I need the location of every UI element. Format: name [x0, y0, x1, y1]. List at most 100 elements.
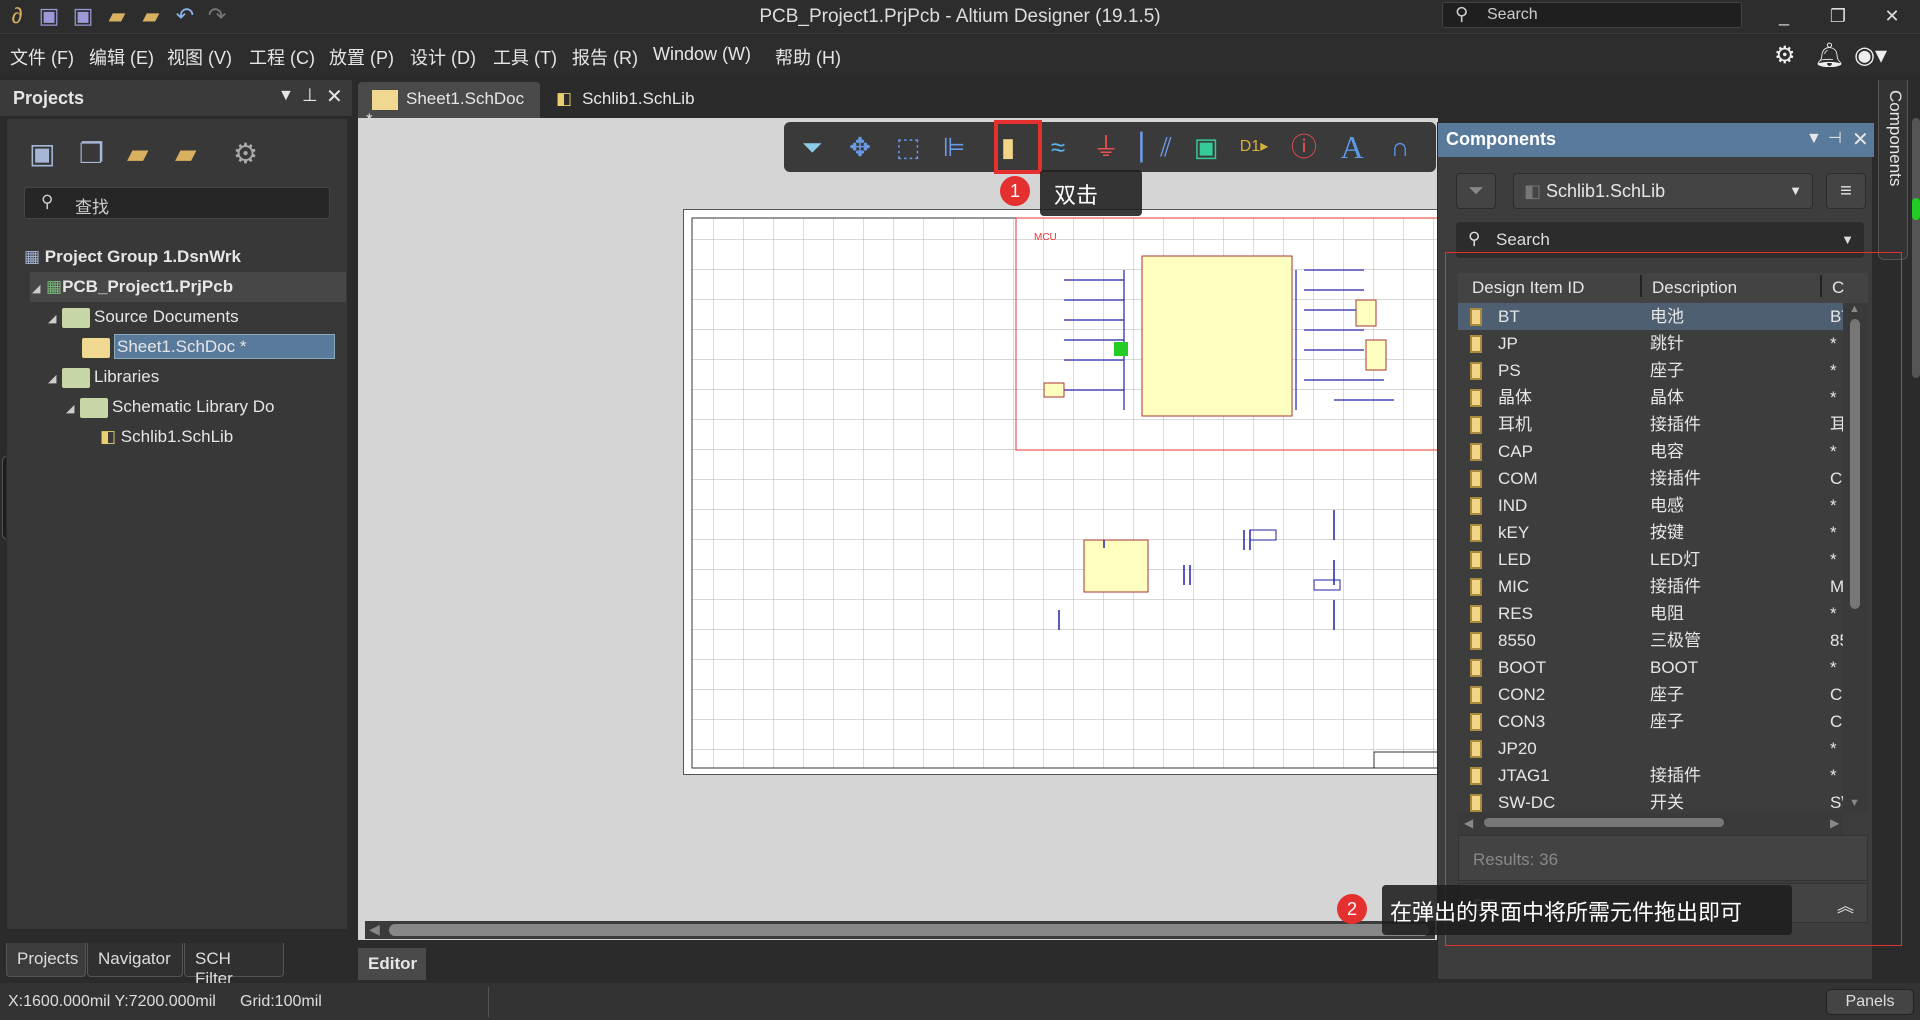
close-button[interactable]: ✕: [1872, 2, 1912, 30]
copy-documents-icon[interactable]: ❐: [79, 137, 104, 170]
place-text-icon[interactable]: A: [1332, 128, 1372, 166]
save-project-icon[interactable]: ▣: [29, 137, 55, 170]
tree-item-schematic-library-docs[interactable]: ◢ Schematic Library Do: [24, 392, 346, 422]
panel-options-menu-button[interactable]: ≡: [1826, 173, 1866, 209]
notifications-bell-icon[interactable]: 🔔︎: [1814, 41, 1844, 70]
pin-icon[interactable]: ⊣: [1828, 128, 1842, 148]
grid-size: Grid:100mil: [240, 993, 322, 1010]
menu-place[interactable]: 放置 (P): [329, 44, 394, 70]
scrollbar-thumb[interactable]: [389, 924, 1429, 936]
align-icon[interactable]: ⊫: [934, 128, 974, 166]
editor-horizontal-scrollbar[interactable]: ◀: [365, 921, 1435, 939]
scroll-left-arrow-icon[interactable]: ◀: [369, 921, 380, 938]
place-designator-icon[interactable]: D1▸: [1234, 128, 1274, 166]
user-account-icon[interactable]: ◉▾: [1854, 41, 1887, 70]
menu-window[interactable]: Window (W): [653, 44, 751, 65]
tab-sch-filter[interactable]: SCH Filter: [184, 943, 284, 988]
close-panel-icon[interactable]: ✕: [1852, 127, 1869, 152]
menu-file[interactable]: 文件 (F): [10, 44, 74, 70]
title-bar: ∂ ▣ ▣ ▰ ▰ ↶ ↷ PCB_Project1.PrjPcb - Alti…: [0, 0, 1920, 34]
menu-view[interactable]: 视图 (V): [167, 44, 232, 70]
project-options-icon[interactable]: ▰: [175, 137, 197, 170]
menu-reports[interactable]: 报告 (R): [572, 44, 638, 70]
schlib-icon: ◧: [100, 427, 121, 446]
place-sheet-symbol-icon[interactable]: ▣: [1186, 128, 1226, 166]
pin-icon[interactable]: ⊥: [302, 85, 318, 106]
project-tree: ▦ Project Group 1.DsnWrk ◢ ▦PCB_Project1.…: [24, 242, 346, 452]
annotation-badge-2: 2: [1337, 894, 1367, 924]
annotation-tooltip-2: 在弹出的界面中将所需元件拖出即可: [1382, 885, 1792, 935]
tree-label: PCB_Project1.PrjPcb: [62, 277, 234, 296]
workspace-icon: ▦: [24, 247, 45, 266]
maximize-button[interactable]: ❐: [1818, 2, 1858, 30]
place-port-icon[interactable]: ▏⫽: [1136, 128, 1176, 166]
tab-editor[interactable]: Editor: [358, 948, 426, 980]
search-placeholder: Search: [1487, 6, 1538, 23]
tree-item-project-group[interactable]: ▦ Project Group 1.DsnWrk: [24, 242, 346, 272]
components-vertical-tab[interactable]: Components: [1878, 80, 1908, 260]
settings-gear-icon[interactable]: ⚙: [233, 137, 258, 170]
place-wire-icon[interactable]: ≈: [1038, 128, 1078, 166]
status-bar: X:1600.000mil Y:7200.000mil Grid:100mil …: [0, 983, 1920, 1020]
expand-triangle-icon[interactable]: ◢: [48, 304, 62, 334]
tree-item-source-documents[interactable]: ◢ Source Documents: [24, 302, 346, 332]
folder-icon: [80, 397, 108, 418]
annotation-tooltip-1: 双击: [1040, 170, 1142, 216]
tab-sheet1-schdoc[interactable]: Sheet1.SchDoc *: [358, 82, 540, 129]
search-placeholder: Search: [1496, 230, 1550, 249]
components-panel-header: Components ▼ ⊣ ✕: [1438, 123, 1874, 157]
expand-triangle-icon[interactable]: ◢: [66, 394, 80, 424]
menu-help[interactable]: 帮助 (H): [775, 44, 841, 70]
menu-edit[interactable]: 编辑 (E): [89, 44, 154, 70]
select-area-icon[interactable]: ⬚: [888, 128, 928, 166]
tree-item-pcb-project[interactable]: ◢ ▦PCB_Project1.PrjPcb: [30, 272, 346, 302]
filter-button[interactable]: ⏷: [1456, 173, 1496, 209]
schematic-doc-icon: [372, 89, 398, 110]
place-ground-icon[interactable]: ⏚: [1086, 128, 1126, 166]
close-panel-icon[interactable]: ✕: [326, 84, 343, 109]
search-icon: ⚲: [41, 192, 54, 211]
library-select[interactable]: ◧ Schlib1.SchLib ▼: [1513, 173, 1813, 209]
tab-schlib1-schlib[interactable]: ◧ Schlib1.SchLib: [548, 82, 708, 118]
tab-navigator[interactable]: Navigator: [87, 943, 183, 977]
panels-button[interactable]: Panels: [1826, 989, 1914, 1015]
folder-icon: [62, 367, 90, 388]
menu-design[interactable]: 设计 (D): [410, 44, 476, 70]
global-search-input[interactable]: ⚲ Search: [1442, 2, 1742, 28]
place-parameter-icon[interactable]: ⓘ: [1284, 128, 1324, 166]
expand-triangle-icon[interactable]: ◢: [32, 274, 46, 304]
settings-gear-icon[interactable]: ⚙: [1774, 41, 1796, 70]
open-project-icon[interactable]: ▰: [127, 137, 149, 170]
chevron-down-icon[interactable]: ▼: [1841, 232, 1854, 247]
tree-item-schlib1[interactable]: ◧ Schlib1.SchLib: [24, 422, 346, 452]
search-icon: ⚲: [1468, 229, 1481, 248]
expand-triangle-icon[interactable]: ◢: [48, 364, 62, 394]
tree-label: Sheet1.SchDoc *: [114, 334, 336, 359]
place-arc-icon[interactable]: ∩: [1380, 128, 1420, 166]
menu-tools[interactable]: 工具 (T): [493, 44, 557, 70]
tab-projects[interactable]: Projects: [6, 943, 86, 977]
menu-project[interactable]: 工程 (C): [249, 44, 315, 70]
tab-label: Schlib1.SchLib: [582, 89, 695, 108]
highlight-components-box: [1445, 252, 1902, 946]
minimize-button[interactable]: _: [1764, 2, 1804, 30]
right-scroll-indicator[interactable]: [1912, 118, 1920, 378]
filter-icon[interactable]: ⏷: [792, 128, 832, 166]
panel-menu-dropdown-icon[interactable]: ▼: [1806, 130, 1822, 148]
annotation-badge-1: 1: [1000, 176, 1030, 206]
projects-search-input[interactable]: ⚲ 查找: [24, 187, 330, 219]
schematic-doc-icon: [82, 337, 110, 358]
schlib-icon: ◧: [556, 89, 573, 108]
move-icon[interactable]: ✥: [840, 128, 880, 166]
schematic-sheet[interactable]: MCU: [683, 209, 1445, 775]
chevron-down-icon: ▼: [1789, 183, 1802, 198]
status-divider: [488, 987, 489, 1017]
cursor-coordinates: X:1600.000mil Y:7200.000mil: [8, 993, 216, 1010]
highlight-place-part-box: [994, 120, 1042, 174]
tree-item-sheet1[interactable]: Sheet1.SchDoc *: [24, 332, 346, 362]
panel-menu-dropdown-icon[interactable]: ▼: [278, 87, 294, 105]
tree-label: Project Group 1.DsnWrk: [44, 247, 241, 266]
tree-item-libraries[interactable]: ◢ Libraries: [24, 362, 346, 392]
search-placeholder: 查找: [75, 198, 109, 217]
projects-panel: ▣ ❐ ▰ ▰ ⚙: [6, 118, 348, 930]
